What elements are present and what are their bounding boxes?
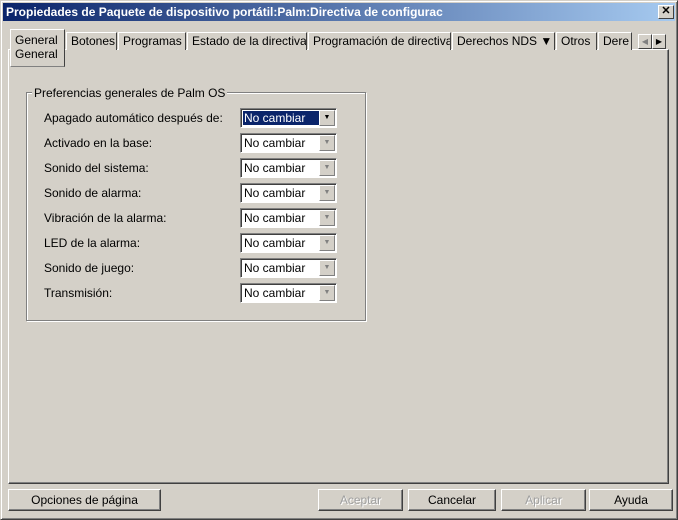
dropdown-value: No cambiar bbox=[244, 136, 306, 150]
apply-button[interactable]: Aplicar bbox=[501, 489, 586, 511]
dropdown-value: No cambiar bbox=[244, 211, 306, 225]
dropdown-value: No cambiar bbox=[244, 261, 306, 275]
setting-label: Vibración de la alarma: bbox=[44, 211, 167, 225]
setting-label: Sonido de juego: bbox=[44, 261, 135, 275]
ok-button[interactable]: Aceptar bbox=[318, 489, 403, 511]
chevron-down-icon[interactable]: ▼ bbox=[319, 285, 335, 301]
tab-scroll-right-icon[interactable]: ▶ bbox=[652, 34, 666, 49]
tab-scroll-left-icon[interactable]: ◀ bbox=[638, 34, 652, 49]
tab-botones[interactable]: Botones bbox=[66, 32, 117, 50]
chevron-down-icon[interactable]: ▼ bbox=[319, 210, 335, 226]
setting-dropdown[interactable]: No cambiar ▼ bbox=[240, 233, 337, 253]
dropdown-value: No cambiar bbox=[244, 236, 306, 250]
setting-label: LED de la alarma: bbox=[44, 236, 141, 250]
tab-estado-directiva[interactable]: Estado de la directiva bbox=[187, 32, 307, 50]
chevron-down-icon[interactable]: ▼ bbox=[319, 110, 335, 126]
tab-derechos-nds[interactable]: Derechos NDS ▼ bbox=[452, 32, 555, 50]
setting-dropdown[interactable]: No cambiar ▼ bbox=[240, 133, 337, 153]
setting-dropdown[interactable]: No cambiar ▼ bbox=[240, 283, 337, 303]
dropdown-value: No cambiar bbox=[244, 186, 306, 200]
setting-label: Activado en la base: bbox=[44, 136, 153, 150]
tab-otros[interactable]: Otros bbox=[556, 32, 597, 50]
setting-label: Apagado automático después de: bbox=[44, 111, 223, 125]
tab-programas[interactable]: Programas bbox=[118, 32, 186, 50]
setting-dropdown[interactable]: No cambiar ▼ bbox=[240, 258, 337, 278]
dropdown-value: No cambiar bbox=[244, 286, 306, 300]
dropdown-value: No cambiar bbox=[243, 111, 319, 125]
chevron-down-icon[interactable]: ▼ bbox=[319, 260, 335, 276]
setting-label: Sonido del sistema: bbox=[44, 161, 149, 175]
setting-dropdown[interactable]: No cambiar ▼ bbox=[240, 183, 337, 203]
tab-general[interactable]: General General bbox=[10, 29, 65, 67]
setting-label: Sonido de alarma: bbox=[44, 186, 142, 200]
tab-programacion-directivas[interactable]: Programación de directivas bbox=[308, 32, 451, 50]
help-button[interactable]: Ayuda bbox=[589, 489, 673, 511]
group-title: Preferencias generales de Palm OS bbox=[32, 86, 228, 100]
setting-dropdown[interactable]: No cambiar ▼ bbox=[240, 208, 337, 228]
chevron-down-icon[interactable]: ▼ bbox=[319, 235, 335, 251]
close-button[interactable]: ✕ bbox=[658, 5, 674, 19]
subtab-general[interactable]: General bbox=[15, 47, 60, 61]
title-bar: Propiedades de Paquete de dispositivo po… bbox=[3, 3, 675, 21]
page-options-button[interactable]: Opciones de página bbox=[8, 489, 161, 511]
setting-label: Transmisión: bbox=[44, 286, 113, 300]
setting-dropdown[interactable]: No cambiar ▼ bbox=[240, 108, 337, 128]
setting-dropdown[interactable]: No cambiar ▼ bbox=[240, 158, 337, 178]
chevron-down-icon[interactable]: ▼ bbox=[319, 185, 335, 201]
tab-derechos[interactable]: Dere bbox=[598, 32, 632, 50]
tab-label: General bbox=[15, 33, 58, 47]
dropdown-value: No cambiar bbox=[244, 161, 306, 175]
chevron-down-icon[interactable]: ▼ bbox=[319, 160, 335, 176]
cancel-button[interactable]: Cancelar bbox=[408, 489, 496, 511]
chevron-down-icon[interactable]: ▼ bbox=[319, 135, 335, 151]
window-title: Propiedades de Paquete de dispositivo po… bbox=[6, 5, 443, 19]
